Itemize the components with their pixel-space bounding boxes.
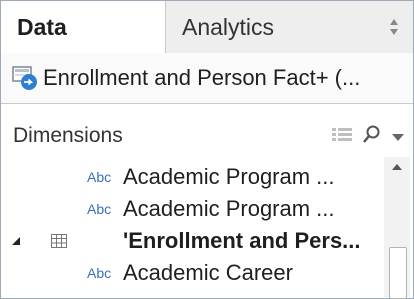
datasource-name: Enrollment and Person Fact+ (... [43, 65, 361, 90]
field-name: Academic Program ... [123, 164, 335, 189]
dimensions-field-list: Abc Academic Program ... Abc Academic Pr… [1, 161, 381, 298]
data-pane: Data Analytics Enrollment and Person Fac… [0, 0, 414, 299]
list-item[interactable]: Abc Academic Career [1, 257, 381, 289]
string-type-badge: Abc [87, 201, 112, 217]
folder-item[interactable]: 'Enrollment and Pers... [1, 225, 381, 257]
vertical-scrollbar[interactable] [384, 157, 410, 299]
tab-analytics-label: Analytics [182, 13, 275, 40]
datasource-icon [11, 64, 39, 92]
tab-scroll-icon[interactable] [389, 17, 399, 37]
dimensions-title: Dimensions [13, 124, 123, 147]
tab-data[interactable]: Data [1, 1, 166, 53]
scroll-up-icon[interactable] [384, 157, 410, 179]
tab-data-label: Data [17, 13, 67, 40]
tab-analytics[interactable]: Analytics [166, 1, 413, 53]
search-icon[interactable] [363, 125, 381, 150]
list-item[interactable]: Abc Academic Program ... [1, 193, 381, 225]
field-name: Academic Career [123, 260, 293, 285]
scroll-thumb[interactable] [389, 247, 407, 299]
string-type-badge: Abc [87, 169, 112, 185]
collapse-triangle-icon[interactable] [1, 236, 31, 246]
folder-name: 'Enrollment and Pers... [123, 228, 361, 253]
dimensions-header: Dimensions [1, 119, 413, 153]
pane-tabs: Data Analytics [1, 1, 413, 54]
list-item[interactable]: Abc Academic Program ... [1, 161, 381, 193]
datasource-row[interactable]: Enrollment and Person Fact+ (... [1, 53, 413, 104]
field-name: Academic Program ... [123, 196, 335, 221]
view-grid-icon[interactable] [331, 126, 353, 149]
chevron-down-icon[interactable] [391, 129, 405, 147]
dimensions-tools [331, 125, 405, 150]
string-type-badge: Abc [87, 265, 112, 281]
table-icon [31, 234, 87, 248]
